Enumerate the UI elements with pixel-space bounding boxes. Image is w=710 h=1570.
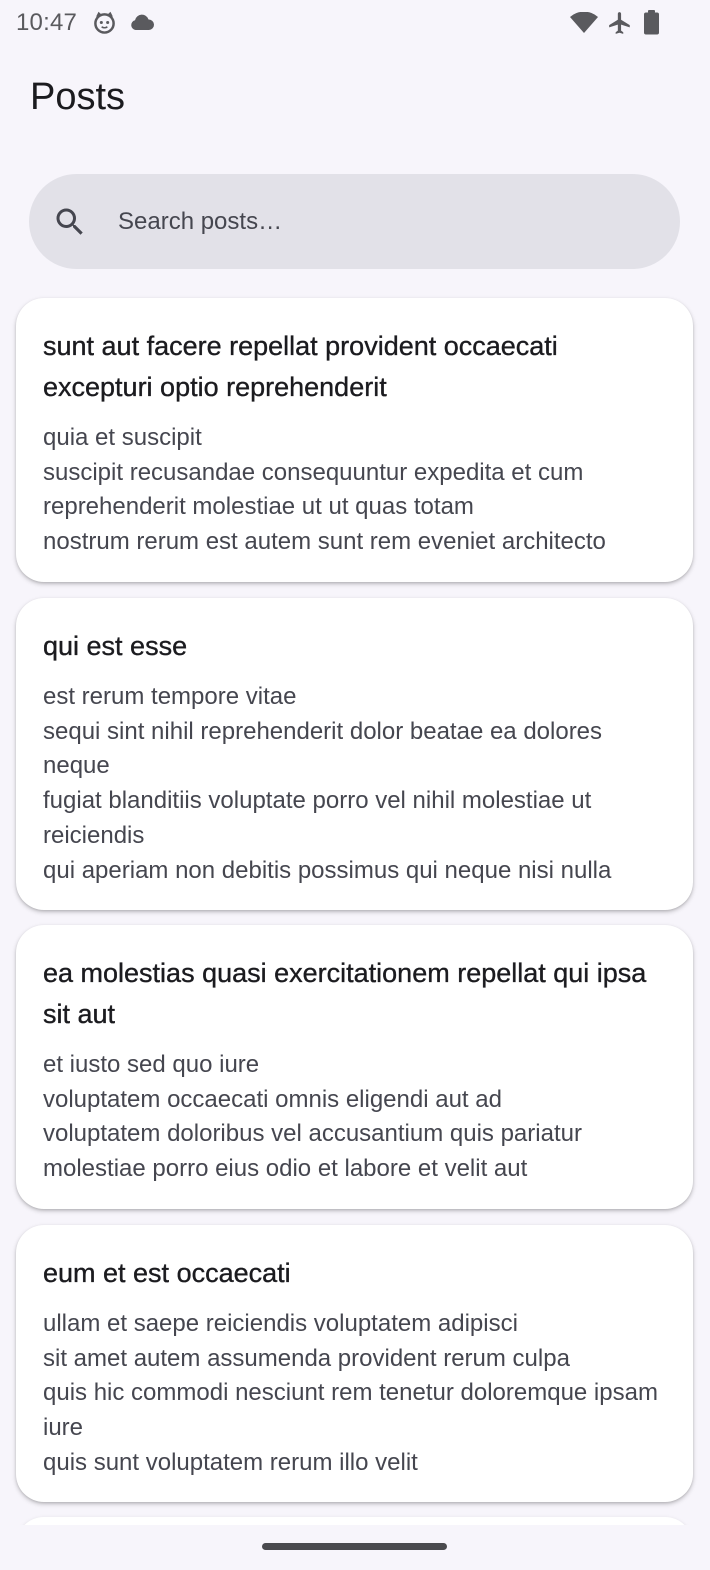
status-bar: 10:47 xyxy=(0,0,710,46)
home-indicator[interactable] xyxy=(262,1543,447,1550)
cloud-icon xyxy=(131,14,155,30)
search-icon[interactable] xyxy=(52,204,88,240)
post-title: qui est esse xyxy=(43,631,188,661)
post-card[interactable]: eum et est occaecati ullam et saepe reic… xyxy=(16,1225,693,1502)
cat-face-icon xyxy=(94,11,115,34)
airplane-mode-icon xyxy=(609,12,630,34)
posts-screen: 10:47 Posts sunt aut facere repell xyxy=(0,0,710,1570)
post-card[interactable]: sunt aut facere repellat provident occae… xyxy=(16,298,693,582)
wifi-icon xyxy=(570,12,598,33)
post-body: ullam et saepe reiciendis voluptatem adi… xyxy=(43,1310,658,1476)
search-input[interactable] xyxy=(118,200,638,244)
battery-icon xyxy=(644,10,659,35)
page-title: Posts xyxy=(30,76,126,118)
post-body: quia et suscipit suscipit recusandae con… xyxy=(43,424,606,556)
status-time: 10:47 xyxy=(16,9,78,36)
post-card[interactable]: ea molestias quasi exercitationem repell… xyxy=(16,925,693,1209)
post-body: est rerum tempore vitae sequi sint nihil… xyxy=(43,683,612,884)
post-title: ea molestias quasi exercitationem repell… xyxy=(43,958,647,1029)
post-title: sunt aut facere repellat provident occae… xyxy=(43,331,558,402)
post-card[interactable]: qui est esse est rerum tempore vitae seq… xyxy=(16,598,693,910)
post-title: eum et est occaecati xyxy=(43,1258,291,1288)
post-body: et iusto sed quo iure voluptatem occaeca… xyxy=(43,1051,582,1183)
